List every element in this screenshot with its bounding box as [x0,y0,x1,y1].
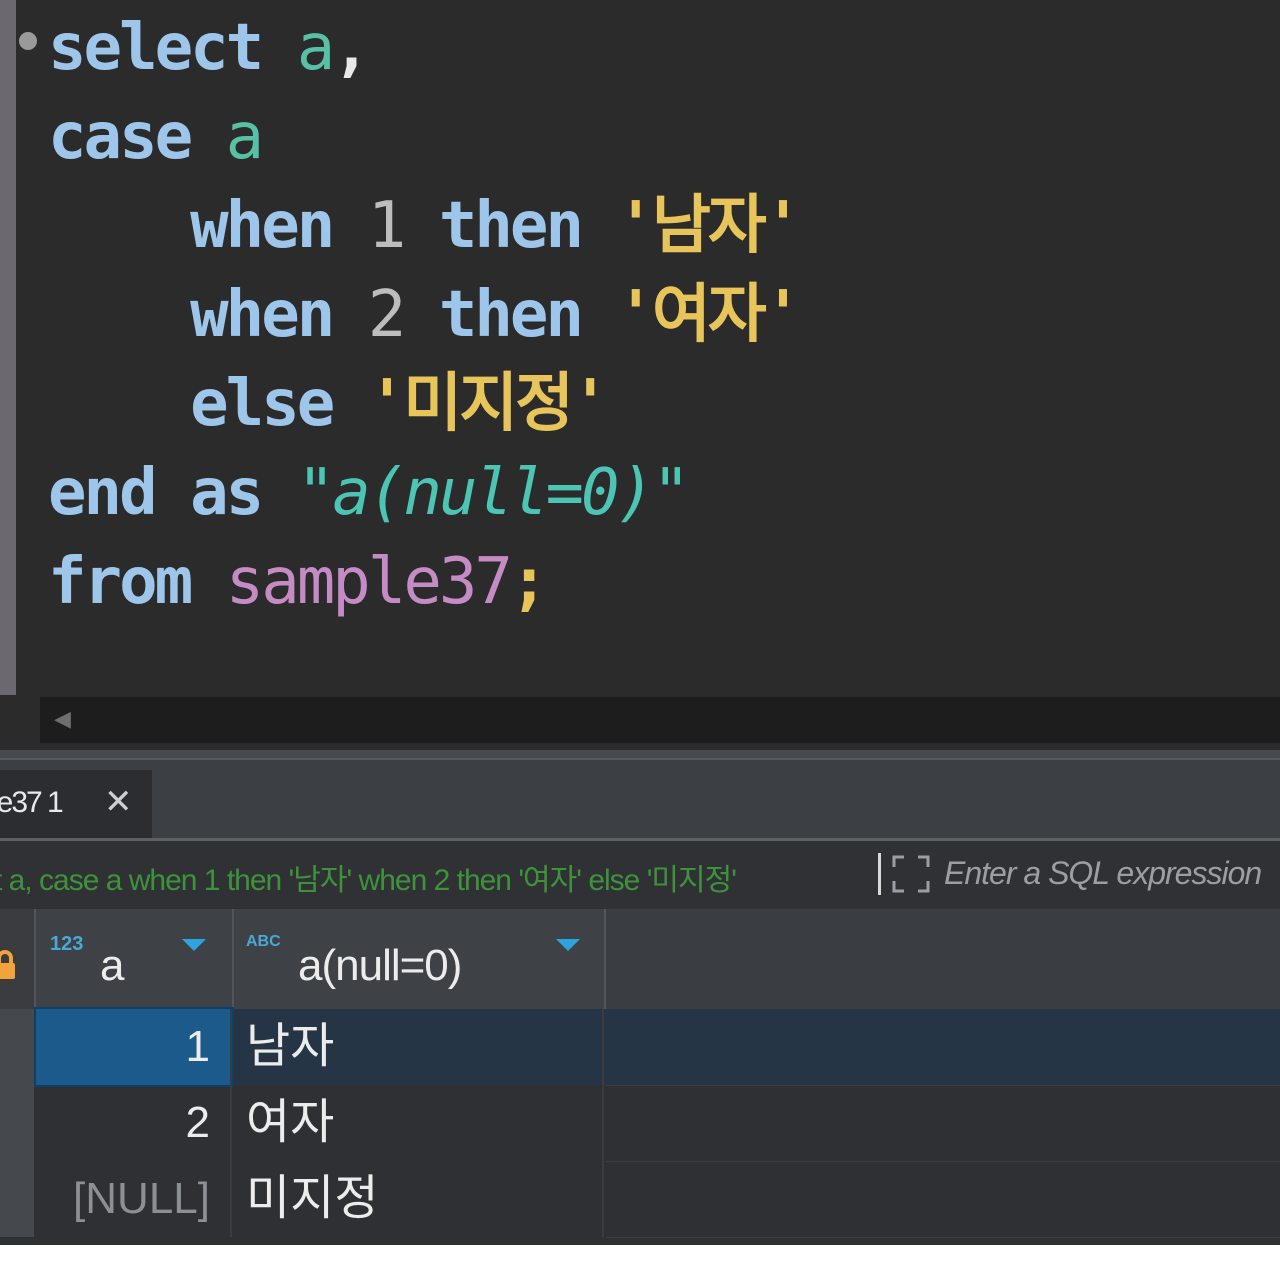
column-title: a(null=0) [298,941,462,990]
sort-dropdown-icon[interactable] [182,939,206,951]
table-row[interactable]: 1 남자 [0,1007,1280,1087]
filter-separator [878,853,881,895]
filter-input-placeholder[interactable]: Enter a SQL expression [944,855,1262,892]
row-header[interactable] [0,1161,34,1237]
scroll-left-arrow-icon[interactable]: ◀ [54,709,71,731]
code-token: then [438,189,584,263]
header-filler [606,909,1280,1009]
sql-editor[interactable]: select a, case a when 1 then '남자' when 2 … [0,0,1280,750]
panel-divider[interactable] [0,750,1280,758]
code-token: "a(null=0)" [296,456,691,530]
row-filler [606,1161,1280,1238]
code-line[interactable]: select a, [48,8,371,88]
code-line[interactable]: case a [48,97,264,177]
code-line[interactable]: from sample37; [48,542,548,622]
code-token: as [190,456,264,530]
column-header-a[interactable]: 123 a [36,909,234,1009]
cell-a[interactable]: 2 [36,1085,232,1161]
breakpoint-dot-icon [19,32,37,50]
code-token: from [48,545,193,619]
horizontal-scrollbar[interactable]: ◀ [40,697,1280,743]
cell-a-null[interactable]: 남자 [234,1009,604,1085]
table-row[interactable]: [NULL] 미지정 [0,1161,1280,1238]
code-token: 1 [367,189,406,263]
code-token: a [296,11,335,85]
code-line[interactable]: when 1 then '남자' [48,186,803,266]
code-token: when [190,189,335,263]
cell-a[interactable]: [NULL] [36,1161,232,1237]
result-tab-label: le37 1 [0,786,64,819]
row-header-corner [0,909,36,1009]
editor-gutter [0,0,16,695]
row-header[interactable] [0,1009,34,1085]
code-token: select [48,11,264,85]
code-token: when [190,278,335,352]
cell-a[interactable]: 1 [34,1007,234,1087]
code-token: , [332,11,370,85]
code-line[interactable]: when 2 then '여자' [48,275,803,355]
code-line[interactable]: else '미지정' [48,364,610,444]
cell-a-null[interactable]: 여자 [234,1085,604,1161]
results-grid: 123 a ABC a(null=0) 1 남자 2 여자 [NULL] 미지정 [0,909,1280,1245]
code-token: a [225,100,264,174]
code-line[interactable]: end as "a(null=0)" [48,453,691,533]
row-filler [606,1085,1280,1162]
bottom-margin [0,1245,1280,1280]
close-icon[interactable]: ✕ [104,782,133,822]
sort-dropdown-icon[interactable] [556,939,580,951]
code-token: '미지정' [367,367,610,441]
filter-query-text[interactable]: t a, case a when 1 then '남자' when 2 then… [0,855,874,895]
code-token: '여자' [616,278,803,352]
code-token: end [48,456,158,530]
column-title: a [100,941,125,990]
code-token: sample37 [225,545,513,619]
table-row[interactable]: 2 여자 [0,1085,1280,1162]
row-header[interactable] [0,1085,34,1161]
code-token: ; [509,545,548,619]
code-token: 2 [367,278,406,352]
lock-icon [0,950,15,979]
expand-icon[interactable] [890,853,932,895]
code-token: '남자' [616,189,803,263]
text-type-icon: ABC [246,933,281,950]
filter-bar: t a, case a when 1 then '남자' when 2 then… [0,838,1280,912]
numeric-type-icon: 123 [50,933,84,955]
row-filler [606,1009,1280,1086]
result-tab[interactable]: le37 1 ✕ [0,770,152,838]
code-token: then [438,278,584,352]
code-token: case [48,100,193,174]
column-header-a-null[interactable]: ABC a(null=0) [234,909,606,1009]
code-token: else [190,367,335,441]
cell-a-null[interactable]: 미지정 [234,1161,604,1237]
results-tab-bar: le37 1 ✕ [0,758,1280,838]
